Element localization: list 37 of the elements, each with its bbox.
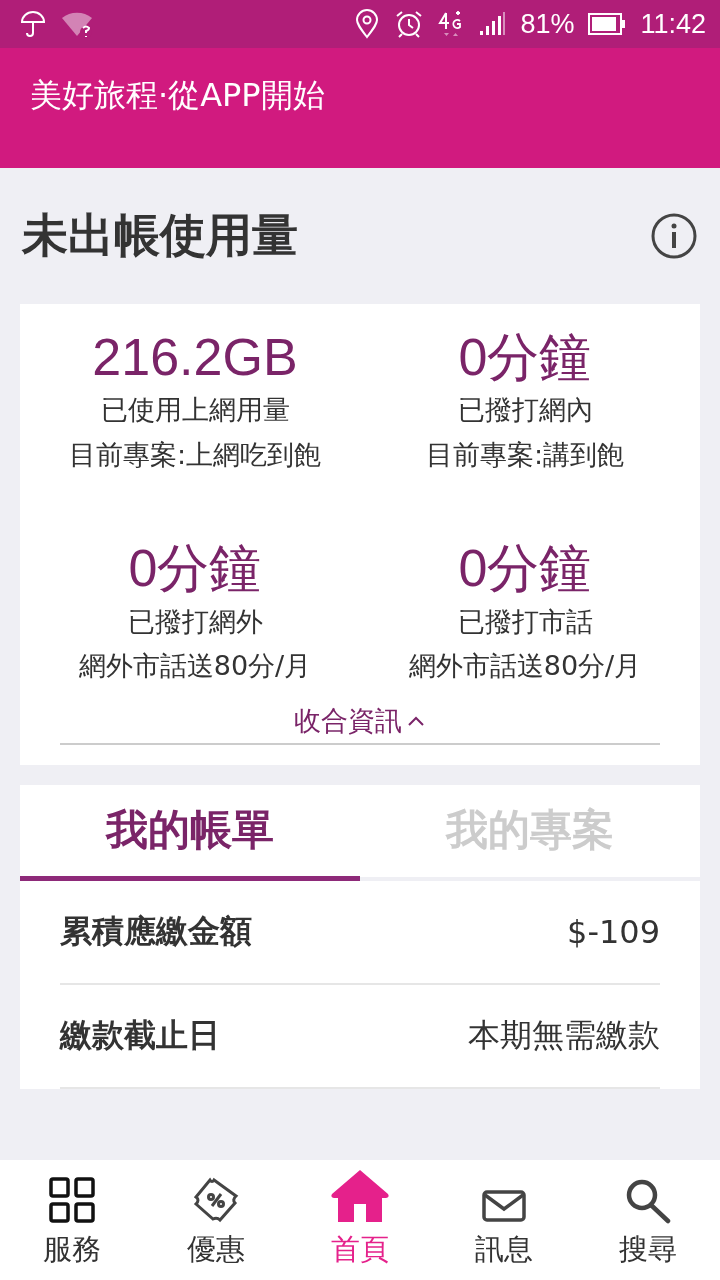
plan-name: 目前專案:上網吃到飽 [68,437,322,472]
nav-item[interactable]: 服務 [0,1160,144,1280]
header-title: 美好旅程·從APP開始 [30,76,325,114]
usage-label: 已撥打市話 [457,604,593,639]
nav-item[interactable]: 優惠 [144,1160,288,1280]
plan-name: 目前專案:講到飽 [425,437,625,472]
row-label: 累積應繳金額 [60,910,252,952]
mail-icon [482,1190,526,1224]
section-title: 未出帳使用量 [22,207,298,264]
coupon-icon [192,1176,240,1224]
signal-icon [478,11,507,37]
row-label: 繳款截止日 [60,1014,220,1056]
row-value: 本期無需繳款 [468,1014,660,1056]
usage-label: 已撥打網內 [457,393,593,428]
usage-value: 0分鐘 [458,538,592,600]
usage-value: 0分鐘 [128,538,262,600]
nav-item[interactable]: 搜尋 [576,1160,720,1280]
plan-name: 網外市話送80分/月 [408,649,642,684]
clock-time: 11:42 [640,8,706,40]
usage-value: 216.2GB [92,327,298,388]
row-value: $-109 [567,912,660,951]
grid-icon [48,1176,96,1224]
nav-item[interactable]: 訊息 [432,1160,576,1280]
battery-percent: 81% [520,8,575,40]
usage-value: 0分鐘 [458,327,592,388]
nav-item[interactable]: 首頁 [288,1160,432,1280]
battery-icon [588,13,627,35]
search-icon [625,1178,671,1224]
collapse-link[interactable]: 收合資訊 [60,702,660,745]
tab[interactable]: 我的帳單 [20,784,360,881]
home-icon [330,1168,390,1224]
location-pin-icon [354,9,381,39]
usage-label: 已使用上網用量 [100,393,290,428]
usage-label: 已撥打網外 [127,604,263,639]
umbrella-icon [20,10,46,38]
info-icon[interactable] [650,212,698,260]
plan-name: 網外市話送80分/月 [78,649,312,684]
